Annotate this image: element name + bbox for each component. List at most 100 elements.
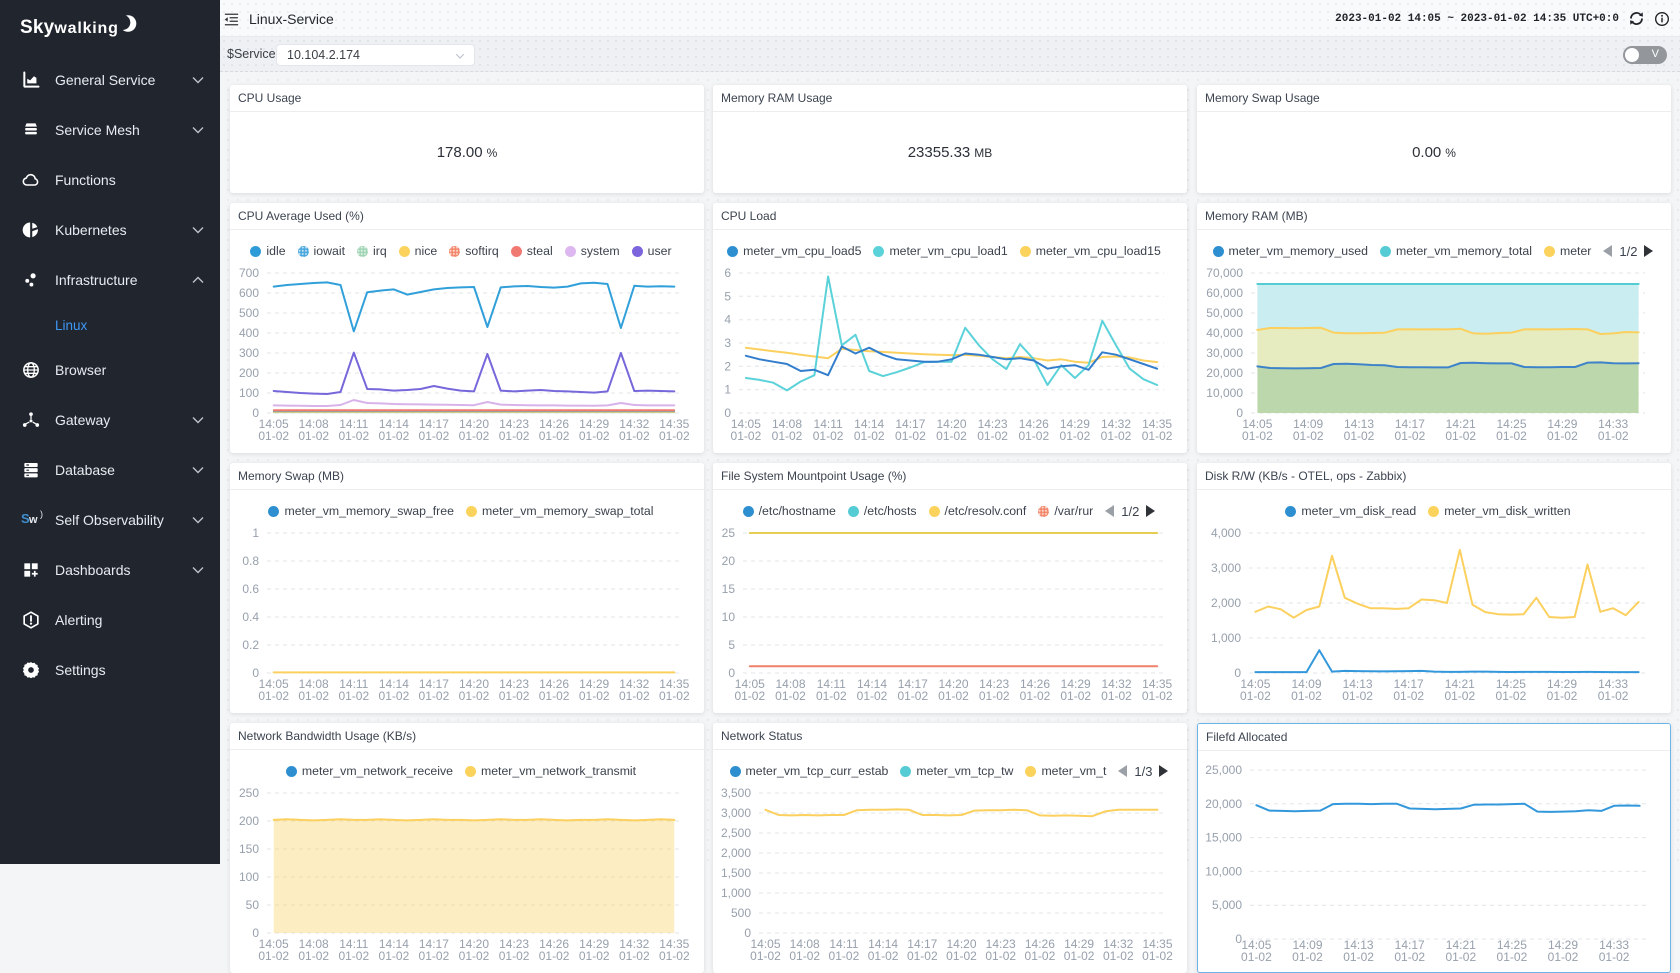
svg-text:0.8: 0.8 [242, 554, 259, 568]
svg-text:01-02: 01-02 [897, 689, 928, 703]
svg-text:01-02: 01-02 [1064, 949, 1095, 963]
svg-text:01-02: 01-02 [731, 429, 762, 443]
svg-text:01-02: 01-02 [659, 429, 690, 443]
svg-text:5: 5 [728, 638, 735, 652]
svg-text:01-02: 01-02 [338, 429, 369, 443]
svg-text:01-02: 01-02 [659, 949, 690, 963]
svg-text:01-02: 01-02 [854, 429, 885, 443]
svg-text:01-02: 01-02 [1291, 689, 1322, 703]
svg-text:01-02: 01-02 [1444, 689, 1475, 703]
svg-text:01-02: 01-02 [298, 689, 329, 703]
svg-text:1: 1 [724, 383, 731, 397]
svg-text:01-02: 01-02 [789, 949, 820, 963]
svg-text:01-02: 01-02 [985, 949, 1016, 963]
svg-text:01-02: 01-02 [1343, 950, 1374, 964]
svg-text:01-02: 01-02 [579, 949, 610, 963]
svg-text:300: 300 [239, 346, 259, 360]
svg-text:01-02: 01-02 [1142, 429, 1173, 443]
svg-text:01-02: 01-02 [1142, 949, 1173, 963]
svg-text:15,000: 15,000 [1205, 831, 1242, 845]
svg-text:10,000: 10,000 [1206, 386, 1243, 400]
svg-text:2,500: 2,500 [721, 826, 751, 840]
svg-text:50: 50 [246, 898, 260, 912]
svg-text:01-02: 01-02 [1598, 429, 1629, 443]
svg-text:01-02: 01-02 [1241, 950, 1272, 964]
svg-text:01-02: 01-02 [579, 689, 610, 703]
svg-text:1,000: 1,000 [1211, 631, 1241, 645]
svg-text:01-02: 01-02 [1293, 429, 1324, 443]
svg-text:01-02: 01-02 [1060, 689, 1091, 703]
svg-text:01-02: 01-02 [379, 689, 410, 703]
svg-text:01-02: 01-02 [1547, 689, 1578, 703]
svg-text:01-02: 01-02 [1497, 950, 1528, 964]
svg-text:0.6: 0.6 [242, 582, 259, 596]
svg-text:0.2: 0.2 [242, 638, 259, 652]
svg-text:2,000: 2,000 [721, 846, 751, 860]
svg-text:01-02: 01-02 [1103, 949, 1134, 963]
svg-text:4,000: 4,000 [1211, 526, 1241, 540]
svg-text:01-02: 01-02 [419, 429, 450, 443]
svg-text:01-02: 01-02 [338, 949, 369, 963]
svg-text:40,000: 40,000 [1206, 326, 1243, 340]
svg-text:01-02: 01-02 [1496, 689, 1527, 703]
svg-text:01-02: 01-02 [750, 949, 781, 963]
svg-text:2: 2 [724, 359, 731, 373]
svg-text:01-02: 01-02 [977, 429, 1008, 443]
svg-text:01-02: 01-02 [1060, 429, 1091, 443]
svg-text:70,000: 70,000 [1206, 266, 1243, 280]
svg-text:01-02: 01-02 [1101, 689, 1132, 703]
svg-text:0.4: 0.4 [242, 610, 259, 624]
svg-text:01-02: 01-02 [1395, 429, 1426, 443]
svg-text:3,000: 3,000 [1211, 561, 1241, 575]
svg-text:500: 500 [731, 906, 751, 920]
svg-text:01-02: 01-02 [946, 949, 977, 963]
svg-text:01-02: 01-02 [1142, 689, 1173, 703]
svg-text:01-02: 01-02 [1599, 950, 1630, 964]
svg-text:01-02: 01-02 [1445, 429, 1476, 443]
svg-text:3: 3 [724, 336, 731, 350]
svg-text:01-02: 01-02 [619, 689, 650, 703]
svg-text:01-02: 01-02 [813, 429, 844, 443]
svg-text:01-02: 01-02 [1025, 949, 1056, 963]
svg-text:3,500: 3,500 [721, 786, 751, 800]
svg-text:01-02: 01-02 [895, 429, 926, 443]
svg-text:01-02: 01-02 [338, 689, 369, 703]
svg-text:01-02: 01-02 [857, 689, 888, 703]
svg-text:01-02: 01-02 [772, 429, 803, 443]
svg-text:01-02: 01-02 [775, 689, 806, 703]
svg-text:01-02: 01-02 [1101, 429, 1132, 443]
svg-text:01-02: 01-02 [659, 689, 690, 703]
svg-text:01-02: 01-02 [829, 949, 860, 963]
svg-text:01-02: 01-02 [1496, 429, 1527, 443]
svg-text:01-02: 01-02 [419, 949, 450, 963]
svg-text:20,000: 20,000 [1205, 797, 1242, 811]
svg-text:2,000: 2,000 [1211, 596, 1241, 610]
svg-text:25,000: 25,000 [1205, 763, 1242, 777]
svg-text:01-02: 01-02 [379, 949, 410, 963]
svg-text:500: 500 [239, 306, 259, 320]
svg-text:01-02: 01-02 [459, 949, 490, 963]
svg-text:150: 150 [239, 842, 259, 856]
svg-text:01-02: 01-02 [499, 949, 530, 963]
svg-text:01-02: 01-02 [1018, 429, 1049, 443]
svg-text:01-02: 01-02 [579, 429, 610, 443]
svg-text:01-02: 01-02 [419, 689, 450, 703]
svg-text:01-02: 01-02 [298, 949, 329, 963]
svg-text:01-02: 01-02 [539, 429, 570, 443]
svg-text:01-02: 01-02 [258, 949, 289, 963]
svg-text:1,000: 1,000 [721, 886, 751, 900]
svg-text:200: 200 [239, 366, 259, 380]
svg-text:01-02: 01-02 [1240, 689, 1271, 703]
svg-text:600: 600 [239, 286, 259, 300]
svg-text:01-02: 01-02 [298, 429, 329, 443]
svg-text:250: 250 [239, 786, 259, 800]
svg-text:01-02: 01-02 [868, 949, 899, 963]
svg-text:01-02: 01-02 [1344, 429, 1375, 443]
svg-text:01-02: 01-02 [499, 429, 530, 443]
svg-text:01-02: 01-02 [1598, 689, 1629, 703]
svg-text:5: 5 [724, 289, 731, 303]
svg-text:01-02: 01-02 [907, 949, 938, 963]
svg-text:3,000: 3,000 [721, 806, 751, 820]
svg-text:01-02: 01-02 [1393, 689, 1424, 703]
svg-text:1,500: 1,500 [721, 866, 751, 880]
